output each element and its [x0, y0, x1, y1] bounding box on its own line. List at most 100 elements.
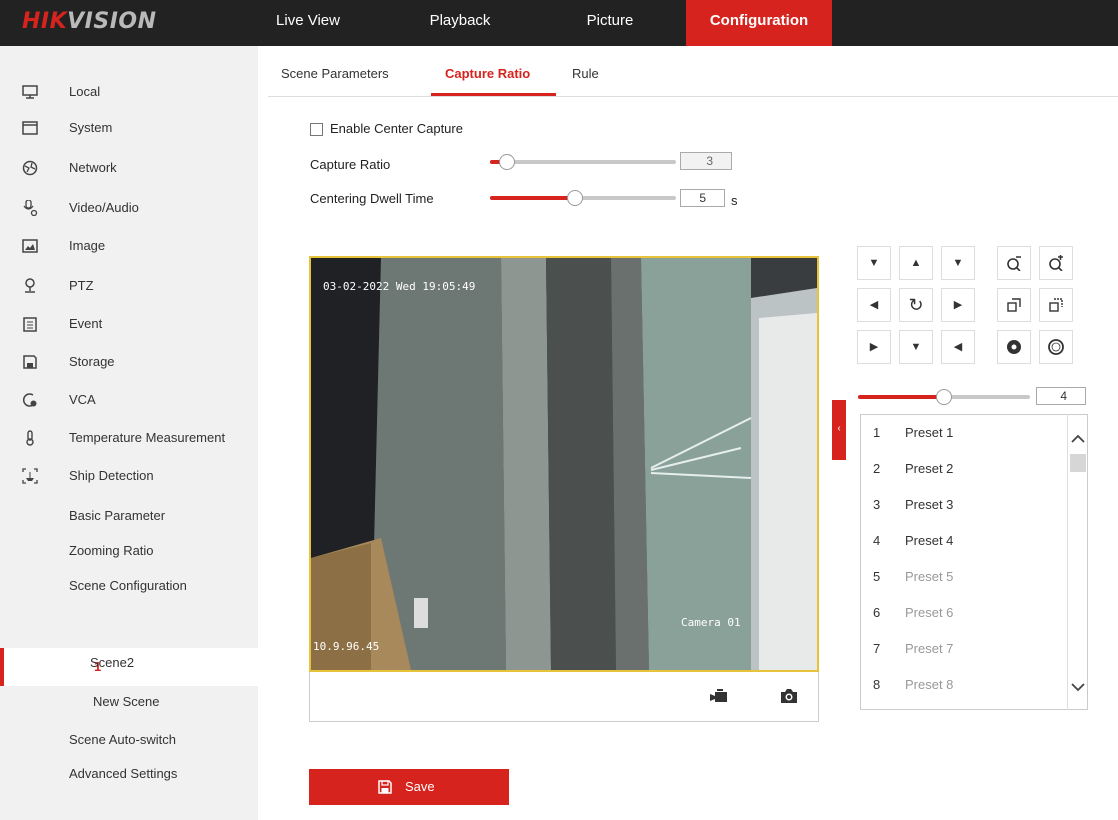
sidebar-item-vca[interactable]: VCA	[0, 382, 258, 418]
vca-icon	[23, 393, 37, 407]
arrow-left-icon: ◀	[869, 299, 879, 311]
ptz-speed-value[interactable]: 4	[1036, 387, 1086, 405]
preset-number: 6	[873, 605, 881, 620]
hikvision-logo: HIKVISION	[22, 9, 157, 34]
sidebar-item-video-audio[interactable]: Video/Audio	[0, 190, 258, 226]
capture-ratio-label: Capture Ratio	[310, 157, 391, 172]
list-item[interactable]: 1 Preset 1	[861, 415, 1066, 451]
list-item[interactable]: 2 Preset 2	[861, 451, 1066, 487]
list-item[interactable]: 7 Preset 7	[861, 631, 1066, 667]
tab-divider	[268, 96, 1118, 97]
preset-scrollbar[interactable]	[1067, 414, 1088, 710]
tab-scene-parameters[interactable]: Scene Parameters	[281, 66, 389, 81]
sidebar-item-network[interactable]: Network	[0, 150, 258, 186]
arrow-right-small-icon: ▶	[869, 341, 879, 353]
sidebar-item-label: Video/Audio	[69, 200, 139, 215]
sidebar-scene-new-scene[interactable]: New Scene	[93, 694, 159, 709]
list-item[interactable]: 6 Preset 6	[861, 595, 1066, 631]
list-item[interactable]: 3 Preset 3	[861, 487, 1066, 523]
dwell-unit: s	[731, 193, 738, 208]
sidebar-item-label: Local	[69, 84, 101, 99]
sidebar-item-label: Image	[69, 238, 106, 253]
preset-name: Preset 7	[905, 641, 954, 656]
arrow-right-icon: ▶	[953, 299, 963, 311]
sidebar: Local System Network Video/Audio Image P…	[0, 46, 258, 820]
ptz-speed-slider[interactable]	[858, 389, 1030, 405]
zoom-in-button[interactable]	[1039, 246, 1073, 280]
sidebar-sub-zooming-ratio[interactable]: Zooming Ratio	[69, 543, 154, 558]
scrollbar-thumb[interactable]	[1070, 454, 1086, 472]
ptz-icon	[25, 278, 35, 293]
sidebar-item-ship-detection[interactable]: Ship Detection	[0, 458, 258, 494]
collapse-panel-button[interactable]: ‹	[832, 400, 846, 460]
pan-down-right-button[interactable]: ◀	[941, 330, 975, 364]
live-video-preview[interactable]: 03-02-2022 Wed 19:05:49 Camera 01 10.9.9…	[309, 256, 819, 672]
preset-name: Preset 3	[905, 497, 954, 512]
record-video-icon[interactable]	[710, 688, 728, 704]
enable-center-capture-checkbox[interactable]	[310, 123, 323, 136]
pan-down-button[interactable]: ▼	[899, 330, 933, 364]
sidebar-item-local[interactable]: Local	[0, 74, 258, 110]
focus-near-button[interactable]	[997, 288, 1031, 322]
arrow-left-small-icon: ◀	[953, 341, 963, 353]
sidebar-item-temperature-measurement[interactable]: Temperature Measurement	[0, 420, 258, 456]
sidebar-scene-scene2[interactable]: Scene2	[90, 655, 134, 670]
iris-close-button[interactable]	[997, 330, 1031, 364]
tab-capture-ratio[interactable]: Capture Ratio	[445, 66, 530, 81]
focus-far-button[interactable]	[1039, 288, 1073, 322]
pan-left-button[interactable]: ◀	[857, 288, 891, 322]
system-icon	[22, 121, 38, 135]
capture-ratio-slider[interactable]	[490, 154, 676, 170]
preset-number: 4	[873, 533, 881, 548]
slider-handle[interactable]	[567, 190, 583, 206]
tab-rule[interactable]: Rule	[572, 66, 599, 81]
capture-picture-icon[interactable]	[780, 687, 798, 705]
slider-track	[490, 160, 676, 164]
nav-playback[interactable]: Playback	[410, 0, 510, 46]
centering-dwell-time-input[interactable]: 5	[680, 189, 725, 207]
nav-configuration[interactable]: Configuration	[686, 0, 832, 46]
selection-indicator	[0, 648, 4, 686]
list-item[interactable]: 5 Preset 5	[861, 559, 1066, 595]
sidebar-item-system[interactable]: System	[0, 110, 258, 146]
chevron-up-icon[interactable]	[1071, 434, 1085, 444]
zoom-out-button[interactable]	[997, 246, 1031, 280]
slider-handle[interactable]	[936, 389, 952, 405]
sidebar-sub-basic-parameter[interactable]: Basic Parameter	[69, 508, 165, 523]
rotate-icon: ↻	[908, 295, 924, 315]
list-item[interactable]: 4 Preset 4	[861, 523, 1066, 559]
arrow-down-right-icon: ▼	[952, 257, 964, 269]
pan-up-button[interactable]: ▲	[899, 246, 933, 280]
preset-name: Preset 6	[905, 605, 954, 620]
arrow-down-icon: ▼	[910, 341, 922, 353]
iris-open-button[interactable]	[1039, 330, 1073, 364]
chevron-down-icon[interactable]	[1071, 682, 1085, 692]
pan-right-button[interactable]: ▶	[941, 288, 975, 322]
network-icon	[22, 160, 38, 176]
nav-live-view[interactable]: Live View	[268, 0, 348, 46]
sidebar-item-label: PTZ	[69, 278, 94, 293]
slider-handle[interactable]	[499, 154, 515, 170]
video-ip-address: 10.9.96.45	[313, 640, 380, 653]
slider-fill	[858, 395, 944, 399]
sidebar-item-storage[interactable]: Storage	[0, 344, 258, 380]
save-icon	[378, 780, 392, 794]
auto-scan-button[interactable]: ↻	[899, 288, 933, 322]
nav-picture[interactable]: Picture	[560, 0, 660, 46]
zoom-out-icon	[1007, 256, 1021, 272]
preset-number: 3	[873, 497, 881, 512]
preset-name: Preset 8	[905, 677, 954, 692]
save-button[interactable]: Save	[309, 769, 509, 805]
sidebar-item-image[interactable]: Image	[0, 228, 258, 264]
sidebar-sub-advanced-settings[interactable]: Advanced Settings	[69, 766, 177, 781]
sidebar-sub-scene-configuration[interactable]: Scene Configuration	[69, 578, 187, 593]
pan-down-left-button[interactable]: ▶	[857, 330, 891, 364]
pan-up-left-button[interactable]: ▼	[857, 246, 891, 280]
sidebar-sub-scene-auto-switch[interactable]: Scene Auto-switch	[69, 732, 176, 747]
sidebar-item-ptz[interactable]: PTZ	[0, 268, 258, 304]
list-item[interactable]: 8 Preset 8	[861, 667, 1066, 703]
sidebar-item-event[interactable]: Event	[0, 306, 258, 342]
centering-dwell-time-slider[interactable]	[490, 190, 676, 206]
pan-up-right-button[interactable]: ▼	[941, 246, 975, 280]
sidebar-item-label: Ship Detection	[69, 468, 154, 483]
